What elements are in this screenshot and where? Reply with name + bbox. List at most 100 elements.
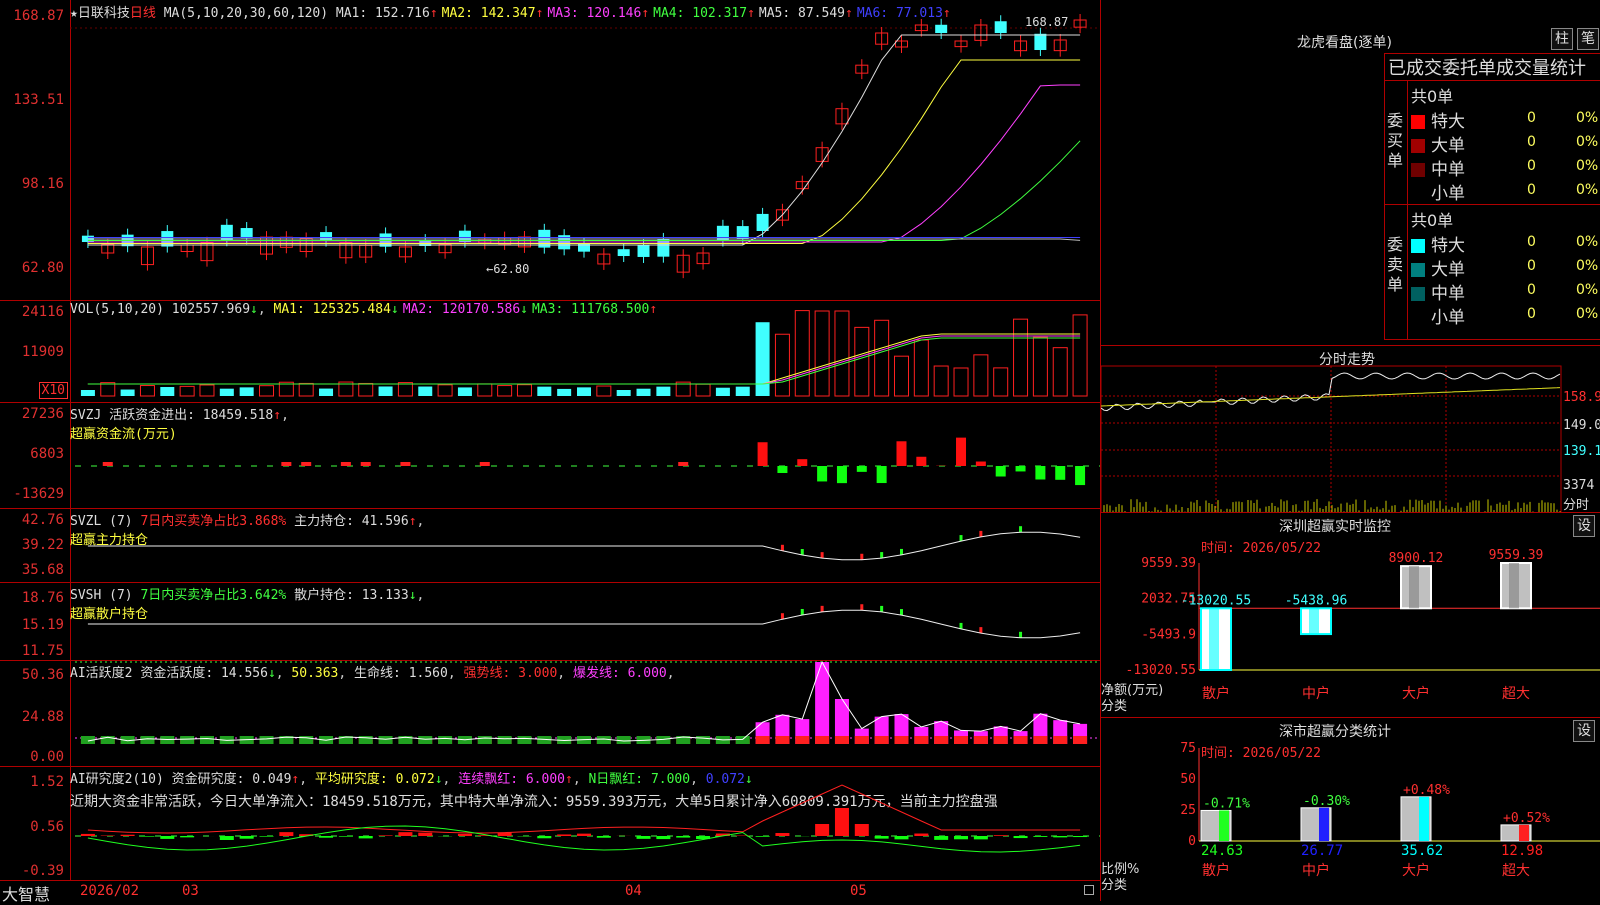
date-label: 05 [850, 883, 867, 899]
sz-stats-bar-accent [1319, 808, 1329, 841]
volume-bar [656, 387, 670, 396]
research-bar [220, 836, 234, 840]
ai-research-chart[interactable] [0, 766, 1100, 880]
sz-monitor-panel: 深圳超赢实时监控 设 时间: 2026/05/22 9559.392032.75… [1100, 512, 1600, 718]
sz-monitor-category: 中户 [1302, 685, 1330, 702]
flow-bar [857, 466, 867, 472]
order-color-swatch [1411, 187, 1425, 201]
research-bar [240, 836, 254, 839]
volume-chart[interactable] [0, 300, 1100, 402]
sz-monitor-category: 散户 [1202, 685, 1230, 702]
tick-bar [860, 604, 863, 610]
svzl-chart[interactable] [0, 508, 1100, 582]
volume-ma-line [88, 338, 1080, 384]
ai-research-panel[interactable]: 1.52 0.56 -0.39 AI研究度2(10) 资金研究度: 0.049↑… [0, 766, 1100, 880]
research-bar [140, 836, 154, 837]
activity-base-bar [1014, 736, 1028, 744]
sz-stats-chart: 7550250-0.71%24.63散户-0.30%26.77中户+0.48%3… [1101, 718, 1600, 901]
flow-bar [480, 462, 490, 466]
research-bar [339, 836, 353, 837]
tick-bar [781, 545, 784, 551]
activity-base-bar [438, 736, 452, 744]
sz-stats-value: 12.98 [1501, 843, 1543, 859]
order-color-swatch [1411, 163, 1425, 177]
volume-panel[interactable]: 24116 11909 X10 VOL(5,10,20) 102557.969↓… [0, 300, 1100, 403]
ai-activity-chart[interactable] [0, 660, 1100, 766]
order-size-label: 大单 [1431, 136, 1465, 156]
candle-body [935, 25, 947, 33]
sz-monitor-value: -5438.96 [1285, 593, 1348, 608]
volume-bar [517, 385, 531, 396]
volume-bar [934, 366, 948, 396]
volume-bar [1053, 348, 1067, 396]
activity-base-bar [180, 736, 194, 744]
order-row: 特大00% [1411, 107, 1600, 129]
candle-body [241, 228, 253, 238]
activity-base-bar [855, 736, 869, 744]
tick-bar [900, 609, 903, 615]
holding-line [88, 532, 1080, 560]
flow-bar [797, 459, 807, 466]
flow-bar [976, 462, 986, 466]
volume-bar [458, 387, 472, 396]
volume-bar [438, 385, 452, 396]
research-bar [81, 834, 95, 836]
sz-stats-bar-accent [1419, 797, 1429, 841]
research-bar [954, 836, 968, 839]
order-count: 0 [1527, 282, 1536, 298]
volume-bar [577, 387, 591, 396]
sz-stats-panel: 深市超赢分类统计 设 时间: 2026/05/22 7550250-0.71%2… [1100, 717, 1600, 901]
svzl-panel[interactable]: 42.76 39.22 35.68 SVZL (7) 7日内买卖净占比3.868… [0, 508, 1100, 583]
activity-base-bar [795, 736, 809, 744]
svsh-chart[interactable] [0, 582, 1100, 660]
bar-mode-button[interactable]: 柱 [1551, 28, 1573, 50]
flow-bar [758, 442, 768, 466]
tick-bar [880, 606, 883, 612]
flow-bar [103, 462, 113, 466]
kline-chart[interactable] [0, 0, 1100, 300]
intraday-vol-tick: 3374 [1563, 478, 1594, 493]
sz-monitor-category: 大户 [1402, 685, 1430, 702]
order-color-swatch [1411, 311, 1425, 325]
tick-bar [781, 613, 784, 619]
longhu-panel: 龙虎看盘(逐单) 柱 笔 已成交委托单成交量统计 委买单 共0单 特大00%大单… [1100, 0, 1600, 345]
intraday-vol-label: 分时 [1563, 494, 1589, 513]
ma-line [88, 35, 1080, 245]
activity-base-bar [260, 736, 274, 744]
intraday-panel[interactable]: 分时走势 158.9 149.0 139.1 3374 分时 [1100, 345, 1600, 513]
research-bar [319, 836, 333, 838]
volume-bar [716, 388, 730, 396]
order-stat-table: 已成交委托单成交量统计 委买单 共0单 特大00%大单00%中单00%小单00%… [1384, 53, 1600, 340]
svzj-chart[interactable] [0, 402, 1100, 508]
lock-icon[interactable] [1084, 885, 1094, 895]
sz-monitor-value: 9559.39 [1489, 548, 1544, 563]
volume-bar [914, 340, 928, 396]
volume-bar [894, 356, 908, 396]
order-pct: 0% [1576, 306, 1598, 322]
volume-bar [954, 368, 968, 396]
candle-body [618, 249, 630, 256]
research-bar [1073, 836, 1087, 837]
research-bar [160, 836, 174, 839]
research-bar [537, 836, 551, 838]
ai-activity-panel[interactable]: 50.36 24.88 0.00 AI活跃度2 资金活跃度: 14.556↓, … [0, 660, 1100, 767]
activity-base-bar [994, 736, 1008, 744]
kline-panel[interactable]: 168.87 133.51 98.16 62.80 ★日联科技日线 MA(5,1… [0, 0, 1100, 301]
flow-bar [1035, 466, 1045, 480]
research-bar [1033, 836, 1047, 837]
date-label: 2026/02 [80, 883, 139, 899]
app-brand: 大智慧 [2, 881, 50, 905]
sz-stats-bar-accent [1519, 825, 1529, 841]
svzj-panel[interactable]: 27236 6803 -13629 SVZJ 活跃资金进出: 18459.518… [0, 402, 1100, 509]
flow-bar [777, 466, 787, 473]
ma-line [88, 60, 1080, 244]
intraday-chart[interactable] [1101, 346, 1600, 513]
volume-bar [994, 368, 1008, 396]
sz-monitor-category: 超大 [1502, 686, 1530, 702]
activity-base-bar [914, 736, 928, 744]
activity-base-bar [775, 736, 789, 744]
longhu-title: 龙虎看盘(逐单) [1297, 32, 1392, 52]
svsh-panel[interactable]: 18.76 15.19 11.75 SVSH (7) 7日内买卖净占比3.642… [0, 582, 1100, 661]
candle-body [1034, 34, 1046, 50]
tick-mode-button[interactable]: 笔 [1577, 28, 1599, 50]
